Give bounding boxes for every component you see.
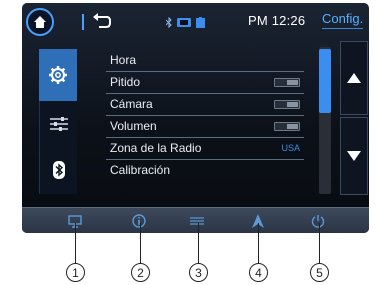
arrow-down-icon xyxy=(347,151,361,161)
tab-config[interactable]: Config. xyxy=(322,11,364,29)
callout-line xyxy=(75,223,76,263)
callout-5: 5 xyxy=(310,263,329,282)
battery-icon xyxy=(196,16,205,28)
menu-item-label: Zona de la Radio xyxy=(110,141,202,155)
scroll-up-button[interactable] xyxy=(340,41,368,115)
bluetooth-icon xyxy=(166,16,172,28)
menu-divider xyxy=(106,93,304,94)
home-icon xyxy=(34,16,46,28)
gear-icon xyxy=(49,66,67,84)
camara-toggle[interactable] xyxy=(274,100,300,109)
scroll-thumb[interactable] xyxy=(319,49,331,113)
menu-item-pitido[interactable]: Pitido xyxy=(106,73,304,95)
toggle-knob xyxy=(287,124,298,129)
menu-divider xyxy=(106,159,304,160)
callout-line xyxy=(319,223,320,263)
menu-item-hora[interactable]: Hora xyxy=(106,51,304,73)
power-icon[interactable] xyxy=(310,213,326,229)
radio-zone-value: USA xyxy=(281,143,300,153)
menu-item-label: Pitido xyxy=(110,75,141,89)
callout-3: 3 xyxy=(189,263,208,282)
menu-item-label: Volumen xyxy=(110,119,157,133)
info-icon[interactable] xyxy=(131,213,147,229)
menu-item-zona-radio[interactable]: Zona de la Radio USA xyxy=(106,139,304,161)
pitido-toggle[interactable] xyxy=(274,78,300,87)
callout-line xyxy=(198,223,199,263)
menu-item-label: Calibración xyxy=(110,163,171,177)
equalizer-icon[interactable] xyxy=(189,213,205,229)
home-button[interactable] xyxy=(26,8,54,36)
menu-divider xyxy=(106,137,304,138)
callout-2: 2 xyxy=(131,263,150,282)
head-unit-screen: PM 12:26 Config. Hora Pitido Cámara Volu… xyxy=(22,3,369,233)
callout-1: 1 xyxy=(66,263,85,282)
menu-divider xyxy=(106,115,304,116)
top-bar: PM 12:26 Config. xyxy=(22,3,369,39)
menu-item-calibracion[interactable]: Calibración xyxy=(106,161,304,183)
arrow-up-icon xyxy=(347,73,361,83)
bluetooth-icon xyxy=(52,161,65,179)
menu-item-label: Hora xyxy=(110,53,137,67)
toggle-knob xyxy=(287,80,298,85)
menu-divider xyxy=(106,71,304,72)
toggle-knob xyxy=(287,102,298,107)
settings-category-tabs xyxy=(39,49,77,194)
phone-icon xyxy=(177,17,191,27)
status-icons xyxy=(166,15,205,29)
tab-sound[interactable] xyxy=(39,101,77,146)
equalizer-icon xyxy=(49,116,68,131)
back-button[interactable] xyxy=(92,13,112,31)
callout-line xyxy=(258,223,259,263)
clock: PM 12:26 xyxy=(248,13,306,28)
menu-scrollbar[interactable] xyxy=(319,47,331,194)
top-separator xyxy=(82,14,84,30)
menu-item-camara[interactable]: Cámara xyxy=(106,95,304,117)
callout-line xyxy=(140,223,141,263)
scroll-down-button[interactable] xyxy=(340,117,368,195)
tab-bluetooth[interactable] xyxy=(39,146,77,194)
volumen-toggle[interactable] xyxy=(274,122,300,131)
back-icon xyxy=(93,13,111,28)
tab-settings[interactable] xyxy=(39,49,77,101)
menu-item-volumen[interactable]: Volumen xyxy=(106,117,304,139)
menu-item-label: Cámara xyxy=(110,97,153,111)
callout-4: 4 xyxy=(249,263,268,282)
